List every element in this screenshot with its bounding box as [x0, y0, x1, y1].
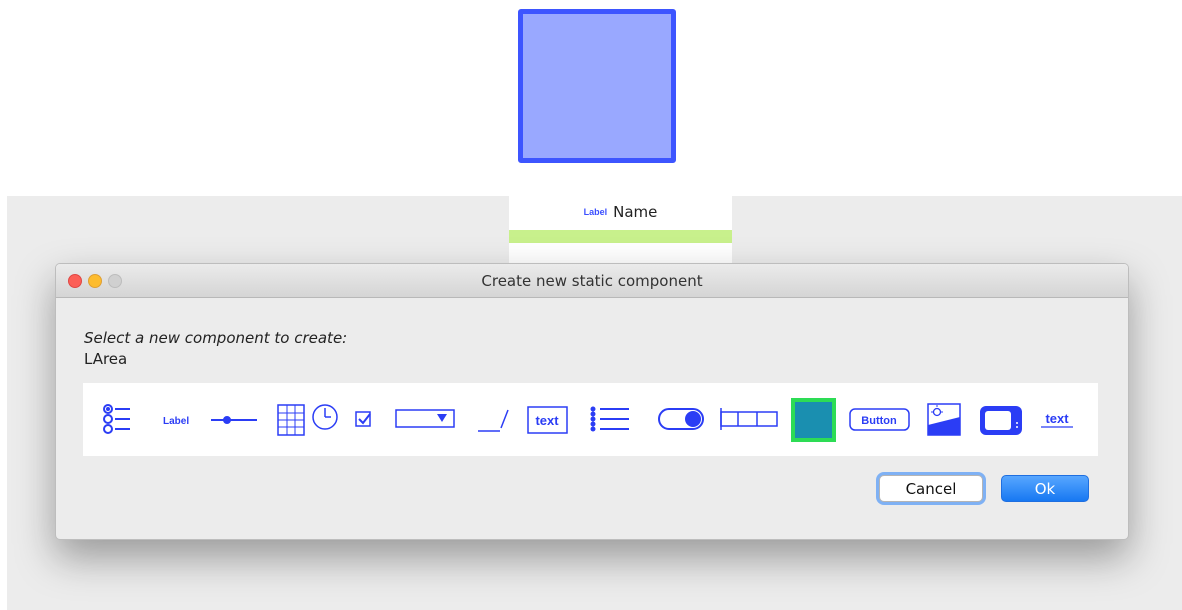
- title-bar[interactable]: Create new static component: [56, 264, 1128, 298]
- link-text-icon-text: text: [1045, 411, 1069, 426]
- pen-line-icon[interactable]: [478, 409, 509, 432]
- checkbox-icon[interactable]: [355, 411, 371, 427]
- label-tag: Label: [583, 207, 608, 217]
- button-icon[interactable]: Button: [849, 408, 910, 431]
- component-palette: Label text Button text: [83, 383, 1098, 456]
- form-preview: Label Name: [509, 196, 732, 266]
- button-icon-text: Button: [861, 415, 897, 427]
- form-row-name[interactable]: Label Name: [509, 196, 732, 228]
- text-field-icon-text: text: [535, 413, 559, 428]
- progress-segments-icon[interactable]: [720, 408, 778, 430]
- cancel-button[interactable]: Cancel: [879, 475, 983, 502]
- text-field-icon[interactable]: text: [527, 406, 568, 434]
- screen-icon[interactable]: [980, 406, 1022, 435]
- name-text: Name: [613, 203, 658, 221]
- table-clock-icon[interactable]: [277, 404, 338, 436]
- numbered-list-icon[interactable]: [590, 406, 630, 432]
- dropdown-icon[interactable]: [395, 409, 455, 428]
- area-icon[interactable]: [791, 398, 836, 442]
- toggle-switch-icon[interactable]: [658, 408, 704, 430]
- radio-list-icon[interactable]: [103, 404, 130, 434]
- component-preview-square: [518, 9, 676, 163]
- dialog-title: Create new static component: [481, 272, 703, 290]
- prompt-text: Select a new component to create:: [84, 329, 348, 347]
- label-icon[interactable]: Label: [163, 416, 189, 427]
- slider-icon[interactable]: [211, 416, 257, 424]
- link-text-icon[interactable]: text: [1041, 411, 1073, 428]
- create-component-dialog: Create new static component Select a new…: [55, 263, 1129, 540]
- selected-component-name: LArea: [84, 350, 128, 368]
- ok-button[interactable]: Ok: [1001, 475, 1089, 502]
- label-icon-text: Label: [163, 416, 189, 427]
- image-icon[interactable]: [927, 403, 961, 436]
- form-row-selected[interactable]: [509, 230, 732, 243]
